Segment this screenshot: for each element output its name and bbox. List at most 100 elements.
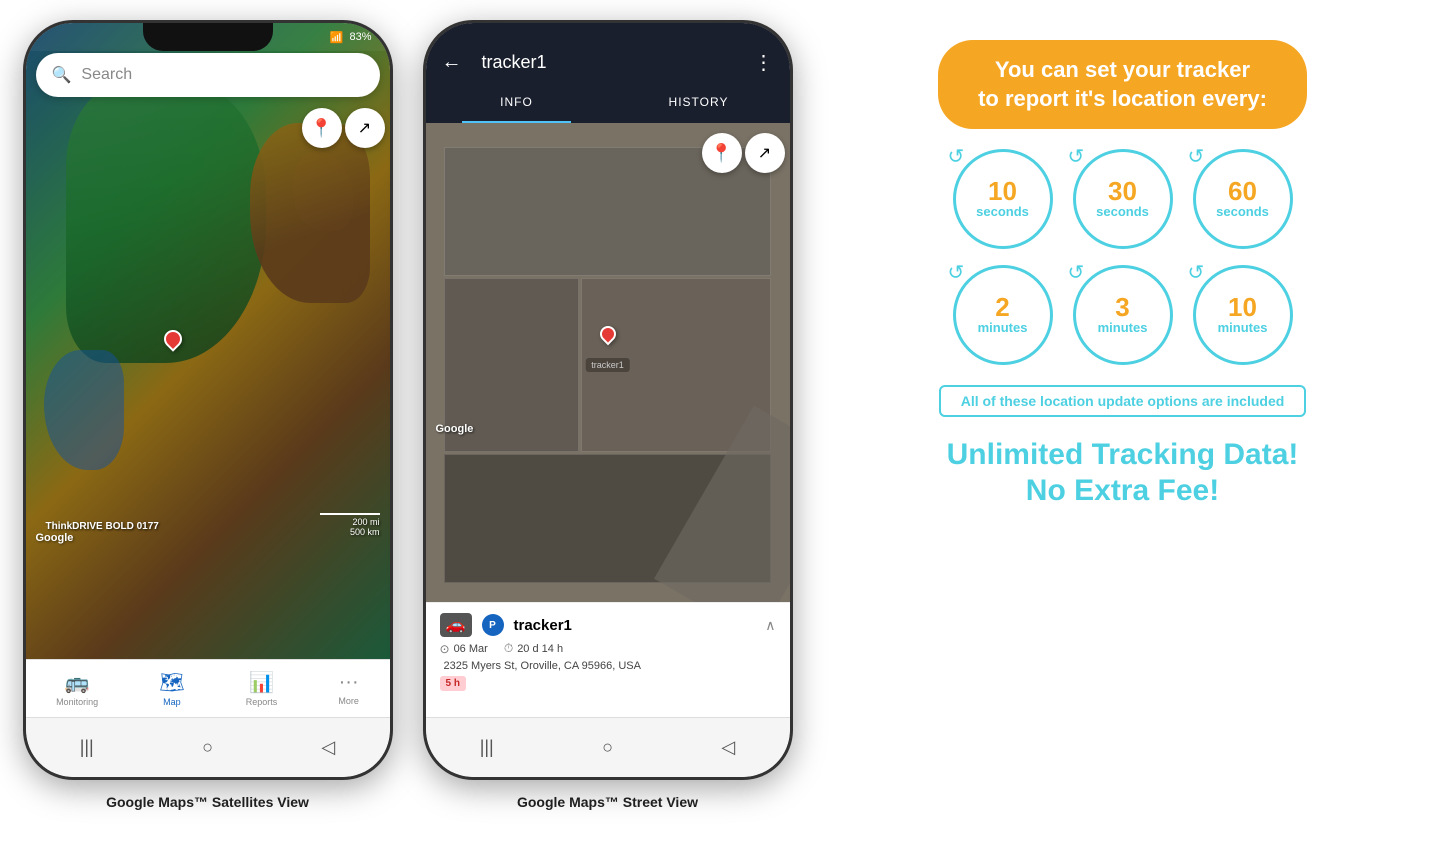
reports-icon: 📊: [249, 670, 274, 695]
gesture-home2: ○: [602, 737, 613, 758]
arrow-3min: ↺: [1068, 260, 1085, 285]
intervals-grid: ↺ 10 seconds ↺ 30 seconds ↺ 60 seconds ↺: [953, 149, 1293, 365]
unlimited-line2: No Extra Fee!: [947, 473, 1299, 509]
phone2-title: tracker1: [482, 52, 734, 73]
included-banner: All of these location update options are…: [939, 385, 1307, 417]
phone2-caption: Google Maps™ Street View: [517, 794, 698, 810]
navigate-button2[interactable]: ↗: [745, 133, 785, 173]
compass-icon1: 📍: [310, 118, 332, 139]
interval-10min: ↺ 10 minutes: [1193, 265, 1293, 365]
info-card: 🚗 P tracker1 ∧ ⊙ 06 Mar ⏱ 20 d 14 h: [426, 602, 790, 717]
phone1-gesture-bar: ||| ○ ◁: [26, 717, 390, 777]
monitoring-icon: 🚌: [65, 670, 90, 695]
nav-monitoring-label: Monitoring: [56, 697, 98, 707]
search-icon: 🔍: [52, 65, 72, 85]
compass-icon2: 📍: [710, 143, 732, 164]
compass-button2[interactable]: 📍: [702, 133, 742, 173]
tab-history-label: HISTORY: [669, 95, 729, 109]
map-scale1: 200 mi 500 km: [320, 513, 380, 537]
main-container: 📶 83% 🔍 Search ThinkDRIVE BOLD 0177: [23, 20, 1423, 810]
phone2-gesture-bar: ||| ○ ◁: [426, 717, 790, 777]
gesture-back2: |||: [480, 737, 494, 758]
promo-banner: You can set your tracker to report it's …: [938, 40, 1307, 129]
clock-icon: ⊙: [440, 642, 450, 656]
info-meta: ⊙ 06 Mar ⏱ 20 d 14 h: [440, 641, 776, 656]
date-meta: ⊙ 06 Mar: [440, 641, 488, 656]
gesture-recent2: ◁: [721, 737, 735, 758]
nav-monitoring[interactable]: 🚌 Monitoring: [56, 670, 98, 707]
tab-history[interactable]: HISTORY: [608, 81, 790, 123]
timer-icon: ⏱: [504, 641, 513, 656]
intervals-row-1: ↺ 10 seconds ↺ 30 seconds ↺ 60 seconds: [953, 149, 1293, 249]
gesture-recent1: ◁: [321, 737, 335, 758]
phone2-map[interactable]: tracker1 Google: [426, 123, 790, 607]
info-address: 2325 Myers St, Oroville, CA 95966, USA: [444, 660, 776, 672]
phone1-notch: [143, 23, 273, 51]
search-placeholder: Search: [81, 66, 132, 84]
arrow-10sec: ↺: [948, 144, 965, 169]
arrow-2min: ↺: [948, 260, 965, 285]
phone1: 📶 83% 🔍 Search ThinkDRIVE BOLD 0177: [23, 20, 393, 780]
nav-reports[interactable]: 📊 Reports: [246, 670, 278, 707]
phone2-screen: 📶 83% ← tracker1 ⋮ INFO HISTORY: [426, 23, 790, 777]
navigate-icon2: ↗: [758, 143, 771, 163]
navigate-button1[interactable]: ↗: [345, 108, 385, 148]
tab-info-label: INFO: [500, 95, 533, 109]
right-panel: You can set your tracker to report it's …: [823, 20, 1423, 529]
compass-button1[interactable]: 📍: [302, 108, 342, 148]
nav-more[interactable]: ··· More: [338, 671, 359, 706]
interval-30sec: ↺ 30 seconds: [1073, 149, 1173, 249]
phone2: 📶 83% ← tracker1 ⋮ INFO HISTORY: [423, 20, 793, 780]
phone1-battery: 83%: [349, 31, 371, 43]
num-2min: 2: [995, 294, 1009, 320]
arrow-60sec: ↺: [1188, 144, 1205, 169]
nav-reports-label: Reports: [246, 697, 278, 707]
nav-map[interactable]: 🗺 Map: [159, 670, 184, 707]
unit-2min: minutes: [978, 320, 1028, 336]
back-button[interactable]: ←: [442, 51, 462, 74]
unit-10min: minutes: [1218, 320, 1268, 336]
time-badge: 5 h: [440, 676, 466, 691]
num-10sec: 10: [988, 178, 1017, 204]
car-marker1: [160, 326, 185, 351]
tab-info[interactable]: INFO: [426, 81, 608, 123]
map-icon: 🗺: [159, 670, 184, 695]
included-text: All of these location update options are…: [961, 393, 1285, 409]
phone1-wrapper: 📶 83% 🔍 Search ThinkDRIVE BOLD 0177: [23, 20, 393, 810]
expand-icon[interactable]: ∧: [765, 617, 775, 634]
tracker-label1: ThinkDRIVE BOLD 0177: [46, 521, 159, 532]
phone1-screen: 📶 83% 🔍 Search ThinkDRIVE BOLD 0177: [26, 23, 390, 777]
arrow-30sec: ↺: [1068, 144, 1085, 169]
phone2-wrapper: 📶 83% ← tracker1 ⋮ INFO HISTORY: [423, 20, 793, 810]
tracker-map-label: tracker1: [585, 358, 630, 372]
more-button[interactable]: ⋮: [754, 50, 774, 75]
phone1-bottom-nav: 🚌 Monitoring 🗺 Map 📊 Reports ··· More: [26, 659, 390, 717]
tracker-name-card: tracker1: [514, 617, 756, 634]
gesture-home1: ○: [202, 737, 213, 758]
unlimited-text: Unlimited Tracking Data! No Extra Fee!: [947, 437, 1299, 509]
intervals-row-2: ↺ 2 minutes ↺ 3 minutes ↺ 10 minutes: [953, 265, 1293, 365]
more-icon: ···: [339, 671, 359, 694]
info-card-header: 🚗 P tracker1 ∧: [440, 613, 776, 637]
phone1-search-bar[interactable]: 🔍 Search: [36, 53, 380, 97]
interval-60sec: ↺ 60 seconds: [1193, 149, 1293, 249]
phone2-tabs: INFO HISTORY: [426, 81, 790, 123]
phone2-header: ← tracker1 ⋮: [426, 23, 790, 81]
interval-10sec: ↺ 10 seconds: [953, 149, 1053, 249]
nav-map-label: Map: [163, 697, 181, 707]
num-30sec: 30: [1108, 178, 1137, 204]
arrow-10min: ↺: [1188, 260, 1205, 285]
num-3min: 3: [1115, 294, 1129, 320]
interval-2min: ↺ 2 minutes: [953, 265, 1053, 365]
unit-10sec: seconds: [976, 204, 1029, 220]
num-10min: 10: [1228, 294, 1257, 320]
unit-3min: minutes: [1098, 320, 1148, 336]
google-logo1: Google: [36, 532, 74, 544]
phone1-signal-icon: 📶: [330, 31, 344, 44]
info-date: 06 Mar: [454, 643, 488, 655]
map-water: [44, 350, 124, 470]
info-duration: 20 d 14 h: [517, 643, 563, 655]
num-60sec: 60: [1228, 178, 1257, 204]
unit-60sec: seconds: [1216, 204, 1269, 220]
unlimited-line1: Unlimited Tracking Data!: [947, 437, 1299, 473]
